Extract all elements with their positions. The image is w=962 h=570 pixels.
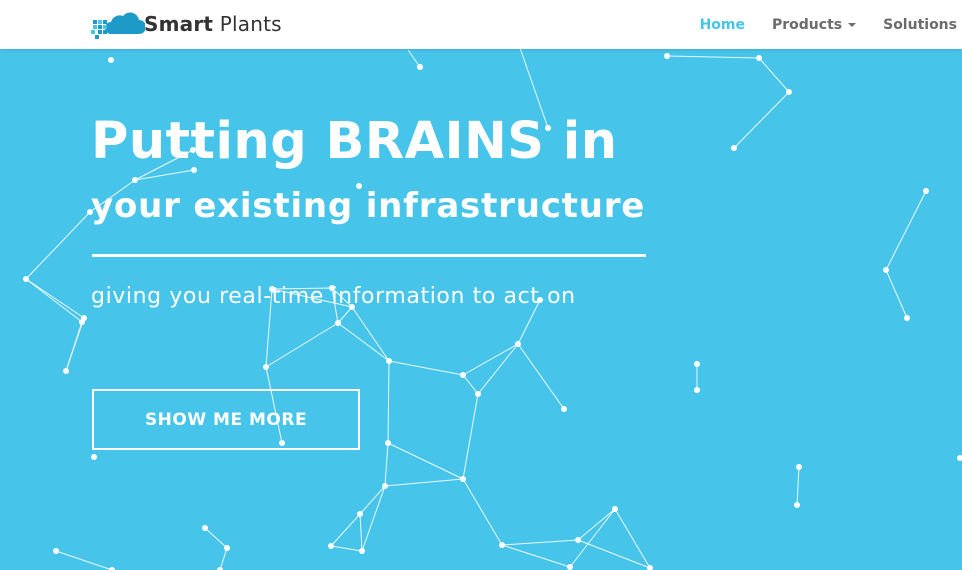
- nav-item-home[interactable]: Home: [700, 17, 745, 33]
- hero-headline-line2: your existing infrastructure: [91, 186, 646, 226]
- cloud-pixels-icon: [91, 12, 145, 39]
- hero-divider: [92, 254, 646, 257]
- brand-name: Smart Plants: [144, 12, 282, 36]
- nav-item-products[interactable]: Products: [772, 16, 857, 33]
- brand-name-light: Plants: [213, 12, 282, 36]
- top-navbar: Smart Plants Home Products Solutions: [0, 0, 962, 49]
- brand-logo-link[interactable]: Smart Plants: [91, 7, 282, 41]
- main-nav: Home Products Solutions: [700, 0, 962, 49]
- brand-name-bold: Smart: [144, 12, 214, 36]
- hero-tagline: giving you real-time information to act …: [91, 284, 576, 309]
- show-me-more-button[interactable]: SHOW ME MORE: [92, 389, 360, 450]
- nav-item-label: Home: [699, 16, 745, 33]
- hero-headline-line1: Putting BRAINS in: [91, 112, 618, 171]
- caret-down-icon: [848, 23, 857, 27]
- nav-item-label: Solutions: [883, 16, 957, 33]
- hero-section: Putting BRAINS in your existing infrastr…: [0, 0, 962, 570]
- nav-item-solutions[interactable]: Solutions: [883, 17, 957, 33]
- nav-item-label: Products: [772, 16, 843, 33]
